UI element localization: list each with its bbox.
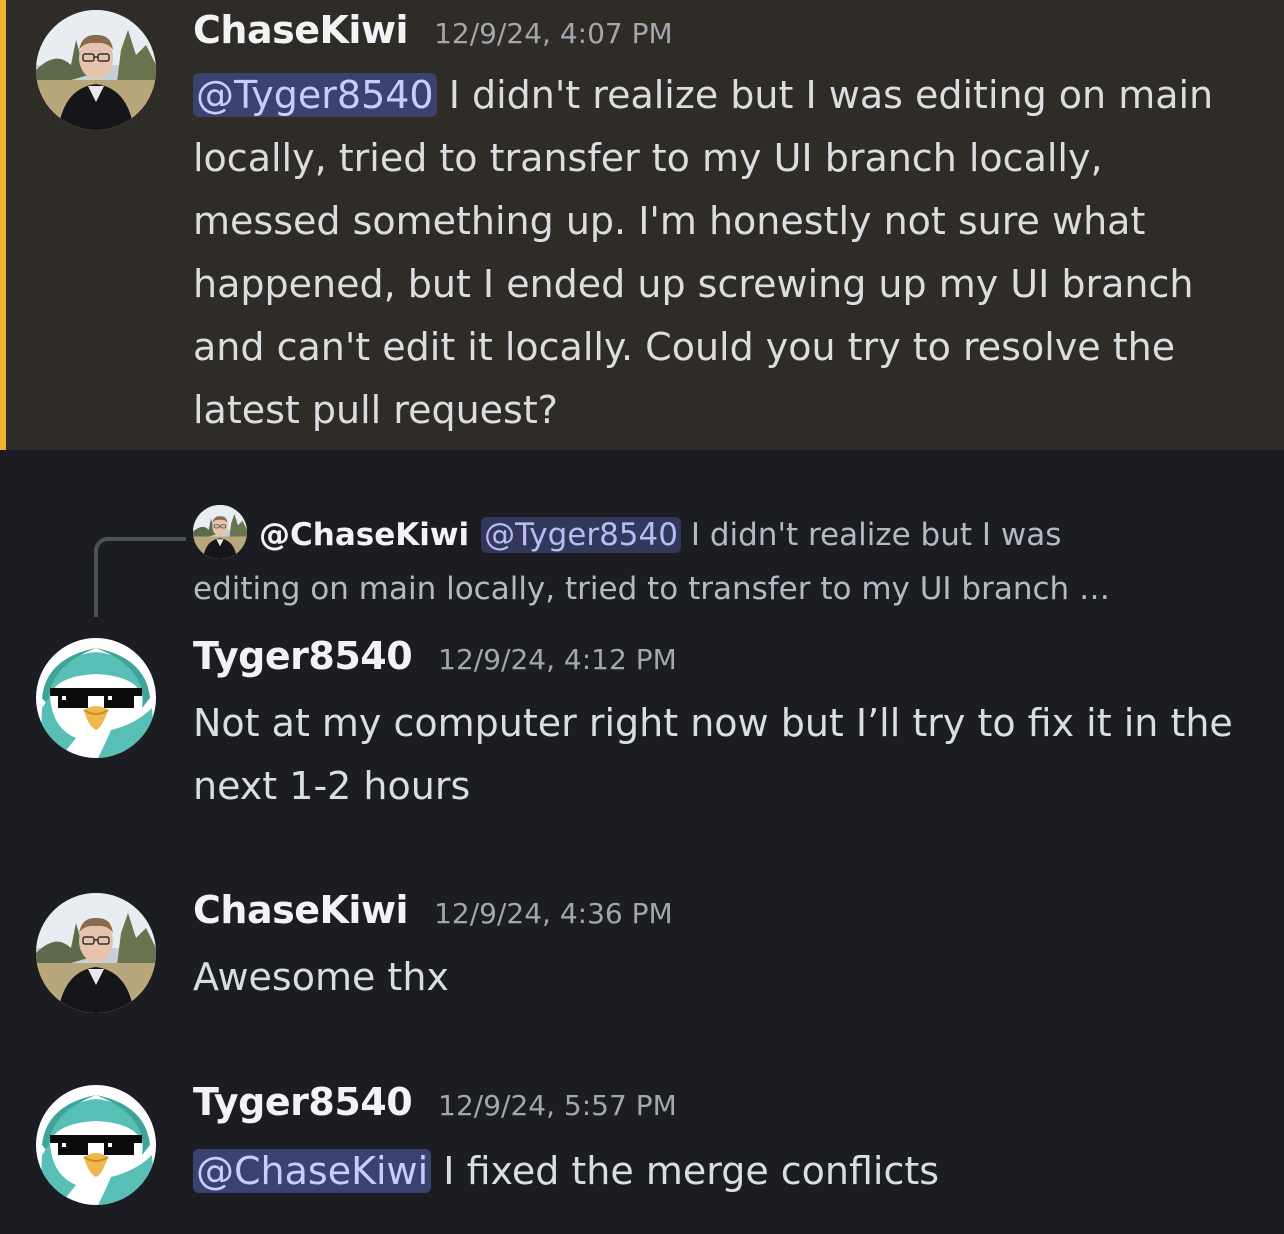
message-feed: ChaseKiwi 12/9/24, 4:07 PM @Tyger8540 I … [0,0,1284,1234]
person-photo-avatar-icon [36,893,156,1013]
person-photo-avatar-icon [36,10,156,130]
tyger8540-avatar[interactable] [36,1085,156,1205]
username[interactable]: Tyger8540 [193,1080,413,1124]
username[interactable]: ChaseKiwi [193,888,409,932]
message-content: @ChaseKiwi I fixed the merge conflicts [193,1140,1253,1203]
timestamp: 12/9/24, 4:12 PM [438,643,677,676]
message-text: I didn't realize but I was editing on ma… [193,73,1214,432]
message-header: Tyger8540 12/9/24, 4:12 PM [193,634,677,678]
message-header: ChaseKiwi 12/9/24, 4:36 PM [193,888,673,932]
reply-text-line2: editing on main locally, tried to transf… [193,571,1111,607]
timestamp: 12/9/24, 5:57 PM [438,1089,677,1122]
username[interactable]: Tyger8540 [193,634,413,678]
timestamp: 12/9/24, 4:07 PM [434,17,673,50]
message-highlighted[interactable]: ChaseKiwi 12/9/24, 4:07 PM @Tyger8540 I … [0,0,1284,450]
user-mention[interactable]: @Tyger8540 [193,73,437,117]
reply-text-line1: I didn't realize but I was [680,517,1062,553]
message-header: Tyger8540 12/9/24, 5:57 PM [193,1080,677,1124]
tyger8540-avatar[interactable] [36,638,156,758]
reply-preview[interactable]: @ChaseKiwi @Tyger8540 I didn't realize bu… [193,508,1243,616]
message-content: Awesome thx [193,955,449,999]
reply-mention[interactable]: @Tyger8540 [481,517,681,553]
chasekiwi-avatar[interactable] [36,893,156,1013]
chasekiwi-avatar[interactable] [36,10,156,130]
user-mention[interactable]: @ChaseKiwi [193,1149,432,1193]
message-header: ChaseKiwi 12/9/24, 4:07 PM [193,8,673,52]
message-text: I fixed the merge conflicts [431,1149,940,1193]
message-content: @Tyger8540 I didn't realize but I was ed… [193,64,1253,442]
message-content: Not at my computer right now but I’ll tr… [193,701,1233,808]
reply-connector [94,537,186,617]
username[interactable]: ChaseKiwi [193,8,409,52]
timestamp: 12/9/24, 4:36 PM [434,897,673,930]
penguin-sunglasses-avatar-icon [36,1085,156,1205]
penguin-sunglasses-avatar-icon [36,638,156,758]
reply-author[interactable]: @ChaseKiwi [259,517,469,553]
